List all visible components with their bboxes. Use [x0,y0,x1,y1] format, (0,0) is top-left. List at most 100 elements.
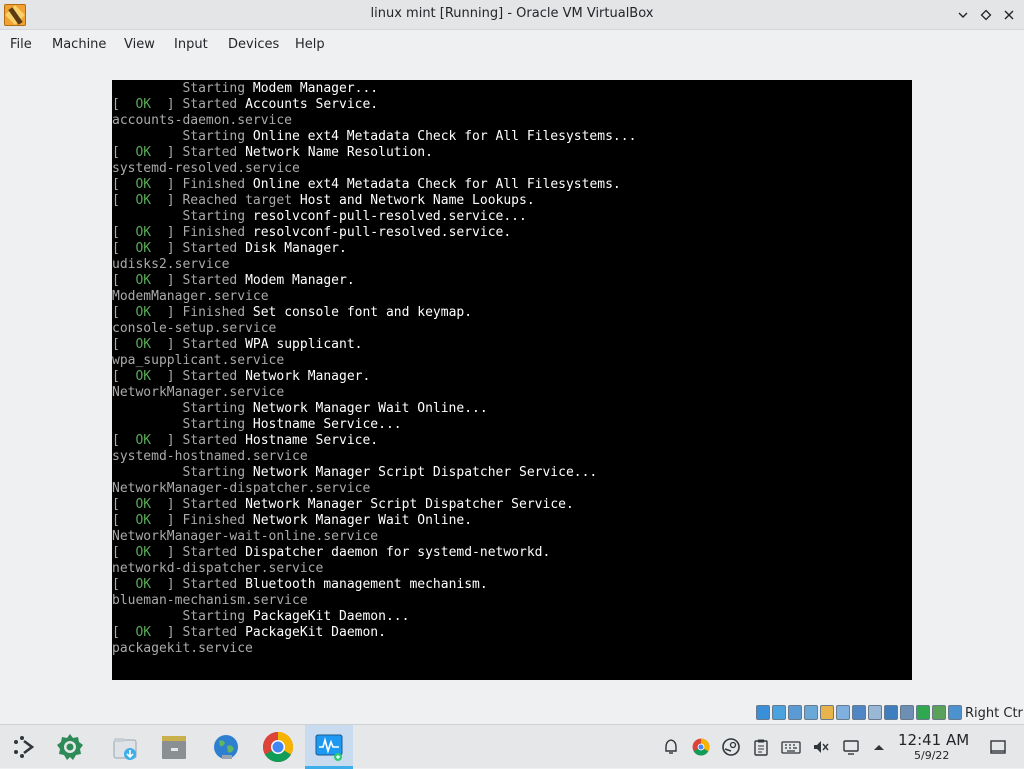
console-line: [ OK ] Finished Network Manager Wait Onl… [112,513,473,528]
status-ok: OK [135,625,152,640]
clipboard-icon [754,739,768,756]
clipboard-tray[interactable] [751,737,771,757]
audio-icon[interactable] [772,705,786,720]
volume-tray[interactable] [811,737,831,757]
console-line: blueman-mechanism.service [112,593,912,609]
application-launcher-icon [14,736,35,758]
window-titlebar[interactable]: linux mint [Running] - Oracle VM Virtual… [0,0,1024,30]
network-icon[interactable] [788,705,802,720]
menu-view[interactable]: View [124,37,155,52]
status-ok: OK [135,337,152,352]
console-line-text: Finished [182,513,253,528]
console-line-target: resolvconf-pull-resolved.service... [252,209,527,224]
console-line-target: Hostname Service... [252,417,402,432]
console-line-text: ModemManager.service [112,289,269,304]
console-line-text: Started [182,545,246,560]
close-button[interactable] [999,5,1019,25]
console-line: NetworkManager.service [112,385,912,401]
console-line-target: resolvconf-pull-resolved.service. [252,225,512,240]
menu-input[interactable]: Input [174,37,208,52]
console-line-text: Started [182,497,246,512]
console-line-target: WPA supplicant. [245,337,363,352]
optical-drive-icon[interactable] [756,705,770,720]
steam-tray[interactable] [721,737,741,757]
taskbar-settings[interactable] [46,725,94,769]
console-line-target: Dispatcher daemon for systemd-networkd. [245,545,551,560]
console-line: Starting Network Manager Script Dispatch… [112,465,912,481]
console-line: [ OK ] Finished Online ext4 Metadata Che… [112,177,621,192]
recording-icon[interactable] [868,705,882,720]
vm-display[interactable]: Starting Modem Manager... [ OK ] Started … [112,80,912,680]
diamond-icon [980,9,992,21]
status-ok: OK [135,497,152,512]
notifications-tray[interactable] [661,737,681,757]
clock-date[interactable]: 5/9/22 [914,749,949,762]
console-line: [ OK ] Started Modem Manager. [112,273,355,288]
status-ok: OK [135,273,152,288]
minimize-button[interactable] [953,5,973,25]
status-ok: OK [135,97,152,112]
status-ok: OK [135,225,152,240]
console-line-text: blueman-mechanism.service [112,593,308,608]
display-tray[interactable] [841,737,861,757]
menu-file[interactable]: File [10,37,32,52]
console-line-text: Finished [182,177,253,192]
shared-folders-icon[interactable] [820,705,834,720]
application-launcher-button[interactable] [0,725,48,769]
console-line-text: Reached target [182,193,300,208]
chrome-icon [262,732,294,763]
status-ok: OK [135,145,152,160]
status-ok: OK [135,241,152,256]
console-line: Starting PackageKit Daemon... [112,609,912,625]
chrome-tray[interactable] [691,737,711,757]
show-hidden-icons-button[interactable] [869,737,889,757]
console-line-target: Network Name Resolution. [245,145,433,160]
menu-machine[interactable]: Machine [52,37,106,52]
console-line: [ OK ] Started Dispatcher daemon for sys… [112,545,551,560]
host-key-label[interactable]: Right Ctrl [965,706,1024,721]
status-ok: OK [135,177,152,192]
maximize-button[interactable] [976,5,996,25]
console-line: NetworkManager-dispatcher.service [112,481,912,497]
show-desktop-button[interactable] [988,737,1008,757]
window-title: linux mint [Running] - Oracle VM Virtual… [370,6,654,21]
console-line: [ OK ] Started Disk Manager. [112,241,347,256]
taskbar-files[interactable] [150,725,198,769]
display-icon[interactable] [852,705,866,720]
console-line: NetworkManager-wait-online.service [112,529,912,545]
console-line-text: Started [182,241,246,256]
taskbar-virtualbox-active[interactable] [305,725,353,769]
cpu-icon[interactable] [900,705,914,720]
vm-window-icon[interactable] [884,705,898,720]
clock-time[interactable]: 12:41 AM [898,731,969,749]
mouse-integration-icon[interactable] [932,705,946,720]
keyboard-layout-tray[interactable] [781,737,801,757]
console-line: Starting Modem Manager... [112,81,912,97]
keyboard-capture-icon[interactable] [948,705,962,720]
taskbar-chrome[interactable] [254,725,302,769]
guest-additions-icon[interactable] [916,705,930,720]
console-line: udisks2.service [112,257,912,273]
status-ok: OK [135,577,152,592]
console-line-target: Modem Manager... [252,81,379,96]
chrome-tray-icon [692,738,710,756]
downloads-icon [113,738,137,760]
console-line: networkd-dispatcher.service [112,561,912,577]
pencil-icon[interactable] [836,705,850,720]
menu-help[interactable]: Help [295,37,325,52]
usb-icon[interactable] [804,705,818,720]
console-line-target: Disk Manager. [245,241,347,256]
menu-devices[interactable]: Devices [228,37,279,52]
console-line: systemd-resolved.service [112,161,912,177]
console-line-target: Bluetooth management mechanism. [245,577,488,592]
taskbar-downloads[interactable] [101,725,149,769]
console-line-text: NetworkManager-dispatcher.service [112,481,371,496]
console-line-target: Network Manager. [245,369,371,384]
console-line: [ OK ] Started Hostname Service. [112,433,379,448]
browser-globe-icon [214,735,238,759]
console-line: wpa_supplicant.service [112,353,912,369]
taskbar-browser[interactable] [202,725,250,769]
console-line: [ OK ] Reached target Host and Network N… [112,193,535,208]
console-line: [ OK ] Started Network Manager. [112,369,371,384]
notifications-icon [665,739,677,754]
